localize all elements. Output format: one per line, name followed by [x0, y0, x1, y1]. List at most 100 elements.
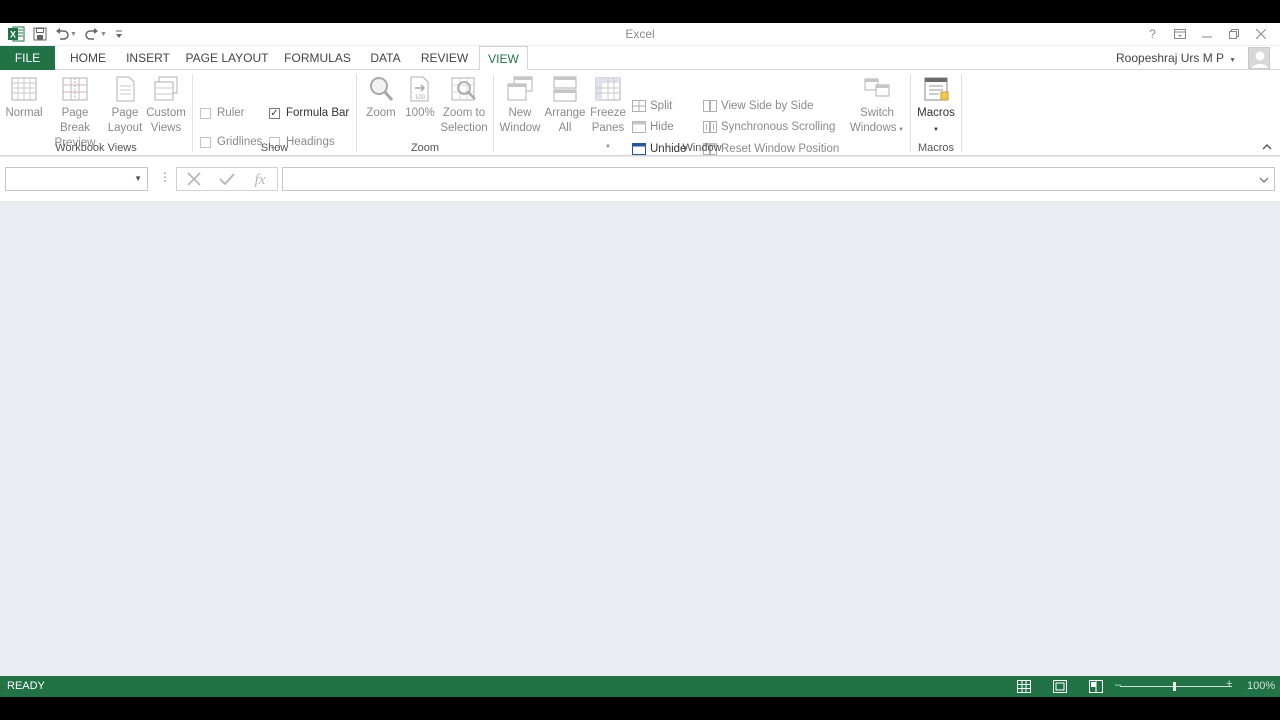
page-break-preview-icon [62, 77, 88, 101]
zoom-100-button[interactable]: 100 100% [402, 74, 438, 121]
page-layout-view-button[interactable]: Page Layout [106, 74, 144, 136]
formula-input[interactable] [282, 167, 1275, 191]
hide-icon [632, 121, 646, 133]
zoom-slider[interactable] [1120, 686, 1232, 687]
hide-button[interactable]: Hide [632, 119, 674, 135]
ribbon-display-options-button[interactable] [1166, 23, 1193, 45]
hide-label: Hide [650, 121, 674, 133]
synchronous-scrolling-button[interactable]: Synchronous Scrolling [703, 119, 835, 135]
window-title: Excel [625, 27, 655, 41]
name-box[interactable]: ▼ [5, 167, 148, 191]
freeze-panes-label-1: Freeze [590, 107, 626, 119]
collapse-ribbon-button[interactable] [1262, 142, 1272, 153]
zoom-out-button[interactable]: – [1115, 679, 1121, 691]
split-button[interactable]: Split [632, 98, 672, 114]
group-label-macros: Macros [917, 142, 955, 154]
tab-data[interactable]: DATA [363, 46, 408, 70]
cancel-icon[interactable] [181, 169, 207, 189]
switch-windows-label-1: Switch [860, 107, 894, 119]
page-break-preview-button[interactable]: Page Break Preview [46, 74, 104, 151]
svg-text:100: 100 [415, 95, 426, 101]
checkbox-box [200, 107, 211, 119]
excel-window: X ▼ ▼ Excel ? FILE HOME INSERT PAGE LAYO… [0, 23, 1280, 697]
page-break-status-icon[interactable] [1086, 678, 1106, 695]
sync-scroll-icon [703, 121, 717, 133]
enter-check-icon[interactable] [214, 169, 240, 189]
chevron-down-icon[interactable]: ▼ [134, 174, 142, 183]
zoom-label: Zoom [366, 107, 396, 119]
page-layout-status-icon[interactable] [1050, 678, 1070, 695]
tab-insert[interactable]: INSERT [122, 46, 174, 70]
zoom-to-selection-icon [451, 77, 476, 101]
side-by-side-icon [703, 100, 717, 112]
tab-home[interactable]: HOME [62, 46, 114, 70]
side-by-side-label: View Side by Side [721, 100, 814, 112]
formula-bar-label: Formula Bar [286, 107, 350, 119]
zoom-selection-label-2: Selection [440, 122, 488, 134]
macros-button[interactable]: Macros ▼ [914, 74, 958, 138]
page-layout-label-2: Layout [107, 122, 143, 134]
group-label-workbook-views: Workbook Views [55, 142, 137, 154]
status-text: READY [7, 680, 45, 692]
restore-icon [1228, 29, 1239, 39]
workspace-area [0, 201, 1280, 676]
expand-formula-icon[interactable] [1258, 173, 1270, 191]
tab-formulas[interactable]: FORMULAS [280, 46, 355, 70]
normal-view-icon [11, 77, 37, 101]
ribbon-tabs: FILE HOME INSERT PAGE LAYOUT FORMULAS DA… [0, 46, 1280, 71]
group-divider [493, 74, 494, 152]
checkmark-icon: ✓ [269, 107, 280, 119]
normal-view-status-icon[interactable] [1014, 678, 1034, 695]
tab-review[interactable]: REVIEW [417, 46, 472, 70]
avatar[interactable] [1248, 47, 1270, 69]
restore-button[interactable] [1220, 23, 1247, 45]
group-label-show: Show [260, 142, 289, 154]
switch-windows-button[interactable]: Switch Windows ▼ [848, 74, 906, 138]
group-divider [961, 74, 962, 152]
tab-page-layout[interactable]: PAGE LAYOUT [183, 46, 271, 70]
custom-views-label-1: Custom [146, 107, 186, 119]
custom-views-button[interactable]: Custom Views [144, 74, 188, 136]
zoom-to-selection-button[interactable]: Zoom to Selection [440, 74, 488, 136]
formula-bar-checkbox[interactable]: ✓ Formula Bar [269, 107, 349, 119]
normal-label: Normal [5, 107, 43, 119]
sync-scroll-label: Synchronous Scrolling [721, 121, 836, 133]
macros-label: Macros [917, 107, 955, 119]
title-bar: X ▼ ▼ Excel ? [0, 23, 1280, 45]
minimize-icon [1201, 36, 1212, 38]
svg-text:fx: fx [255, 172, 266, 188]
close-button[interactable] [1247, 23, 1274, 45]
magnifier-icon [370, 77, 394, 101]
switch-windows-icon [864, 78, 890, 97]
new-window-label-2: Window [499, 122, 541, 134]
help-button[interactable]: ? [1139, 23, 1166, 45]
arrange-all-icon [553, 76, 577, 102]
ribbon-display-icon [1173, 29, 1186, 39]
ruler-checkbox[interactable]: Ruler [200, 107, 244, 119]
normal-view-button[interactable]: Normal [4, 74, 44, 121]
screen: X ▼ ▼ Excel ? FILE HOME INSERT PAGE LAYO… [0, 0, 1280, 720]
page-layout-icon [116, 76, 135, 102]
zoom-level[interactable]: 100% [1247, 680, 1275, 692]
page-layout-label-1: Page [111, 107, 139, 119]
minimize-button[interactable] [1193, 23, 1220, 45]
chevron-down-icon: ▼ [933, 127, 939, 133]
ruler-label: Ruler [217, 107, 245, 119]
freeze-panes-icon [595, 77, 621, 101]
zoom-100-label: 100% [405, 107, 435, 119]
chevron-down-icon: ▼ [1229, 57, 1236, 64]
tab-view[interactable]: VIEW [479, 46, 528, 71]
group-label-zoom: Zoom [410, 142, 440, 154]
arrange-all-button[interactable]: Arrange All [543, 74, 587, 136]
resize-handle-icon[interactable]: ⋮ [159, 170, 171, 184]
macros-icon [924, 77, 949, 101]
insert-function-icon[interactable]: fx [247, 169, 273, 189]
view-side-by-side-button[interactable]: View Side by Side [703, 98, 813, 114]
user-account[interactable]: Roopeshraj Urs M P ▼ [1116, 46, 1236, 70]
tab-file[interactable]: FILE [0, 46, 55, 70]
arrange-all-label-1: Arrange [544, 107, 586, 119]
zoom-button[interactable]: Zoom [362, 74, 400, 121]
zoom-slider-thumb[interactable] [1173, 682, 1176, 691]
zoom-in-button[interactable]: + [1226, 678, 1232, 690]
new-window-button[interactable]: New Window [498, 74, 542, 136]
